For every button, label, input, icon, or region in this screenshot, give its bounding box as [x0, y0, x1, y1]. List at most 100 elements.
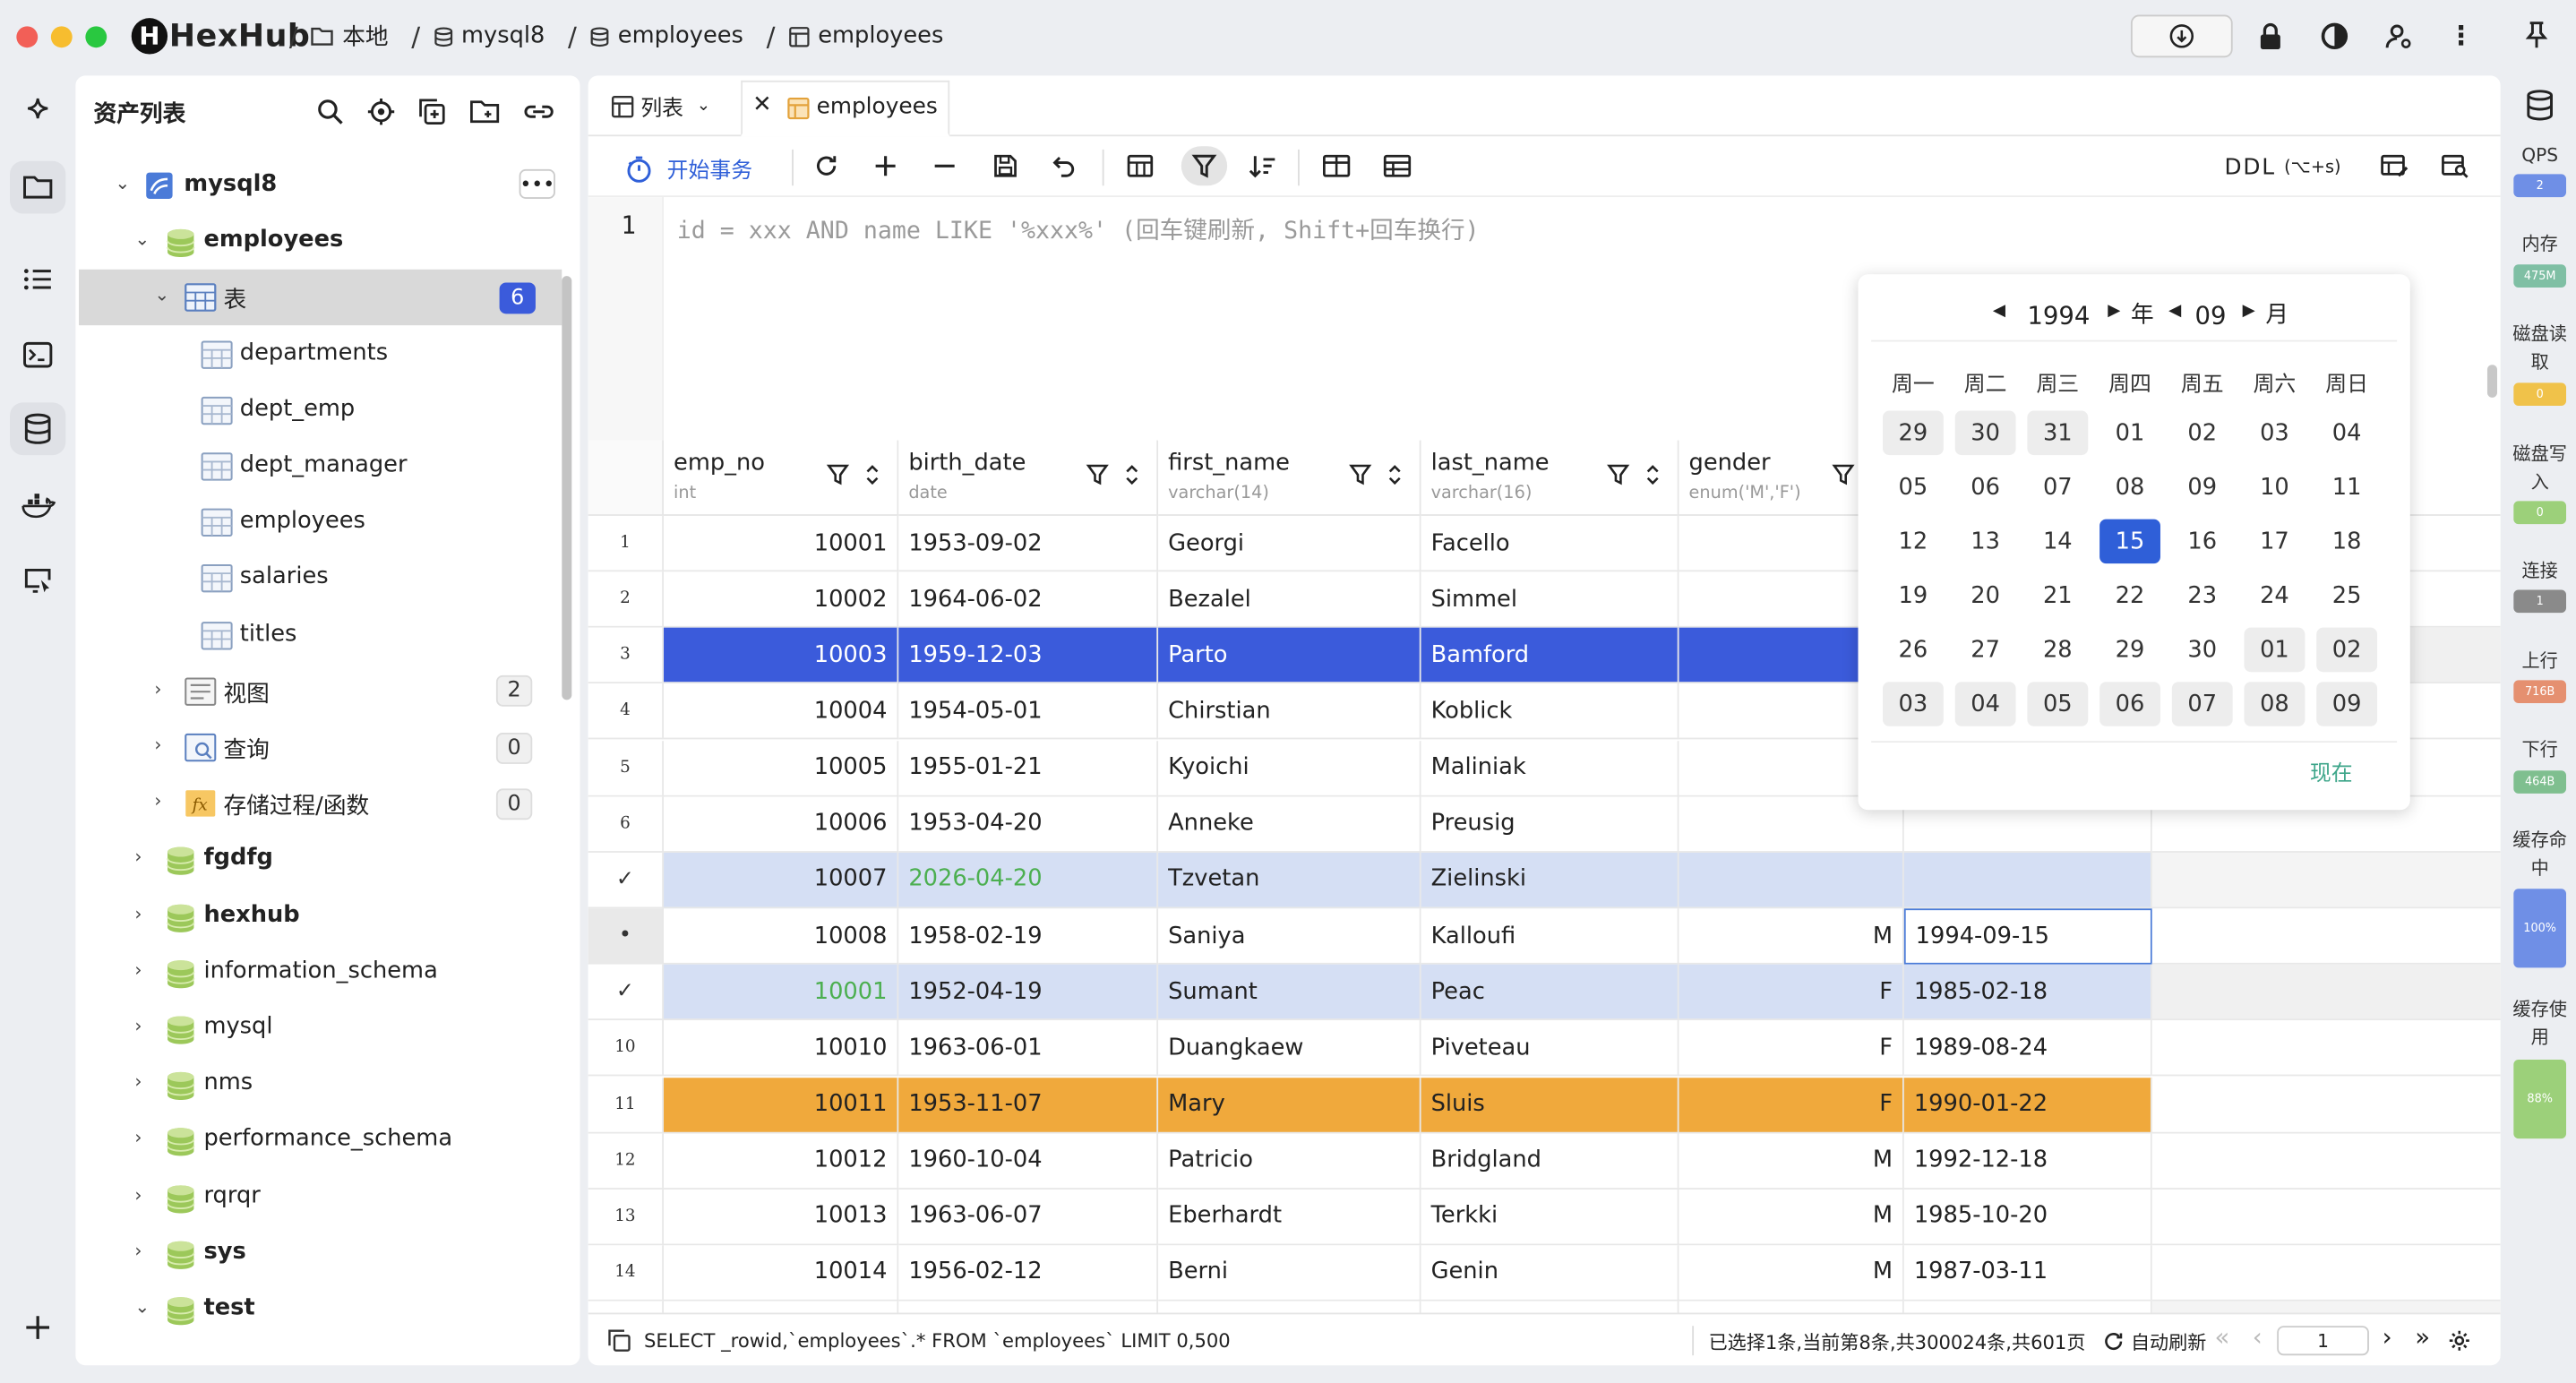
calendar-day[interactable]: 18: [2316, 520, 2377, 564]
tree-item--[interactable]: › 视图 2: [75, 664, 558, 719]
breadcrumb-item[interactable]: mysql8: [434, 23, 545, 49]
calendar-day[interactable]: 03: [1882, 682, 1944, 726]
list-button[interactable]: [10, 253, 65, 305]
calendar-day[interactable]: 09: [2172, 465, 2233, 510]
breadcrumb-item[interactable]: employees: [788, 23, 943, 49]
cell-birth[interactable]: 1958-02-19: [898, 908, 1159, 965]
chevron-down-icon[interactable]: ⌄: [115, 173, 130, 194]
cell-first[interactable]: Sumant: [1158, 965, 1421, 1021]
calendar-day[interactable]: 03: [2245, 411, 2306, 456]
account-button[interactable]: [2383, 21, 2413, 51]
chevron-right-icon[interactable]: ›: [154, 678, 161, 700]
calendar-day[interactable]: 01: [2244, 627, 2306, 673]
lock-button[interactable]: [2257, 21, 2283, 51]
cell-birth[interactable]: 1955-01-21: [898, 740, 1159, 796]
tree-item-test[interactable]: ⌄ test: [75, 1282, 558, 1337]
column-header-emp_no[interactable]: emp_no int: [664, 440, 899, 516]
calendar-day[interactable]: 11: [2316, 465, 2377, 510]
cell-hire[interactable]: 1989-08-24: [1903, 1020, 2152, 1078]
last-page-icon[interactable]: »: [2415, 1323, 2430, 1353]
tree-item-mysql[interactable]: › mysql: [75, 1001, 558, 1056]
column-sort-icon[interactable]: [864, 461, 880, 487]
column-filter-icon[interactable]: [1349, 463, 1372, 486]
calendar-day[interactable]: 05: [2027, 682, 2089, 726]
calendar-day[interactable]: 25: [2316, 573, 2377, 618]
cell-last[interactable]: Piveteau: [1421, 1020, 1679, 1078]
cell-birth[interactable]: 1960-10-04: [898, 1132, 1159, 1190]
page-input[interactable]: 1: [2277, 1326, 2369, 1356]
tree-item--[interactable]: ⌄ 表 6: [79, 270, 562, 326]
calendar-day[interactable]: 10: [2245, 465, 2306, 510]
table-row[interactable]: ✓ 10001 1952-04-19 Sumant Peac F 1985-02-18: [588, 965, 2501, 1021]
calendar-day[interactable]: 20: [1955, 573, 2016, 618]
cell-emp_no[interactable]: 10011: [664, 1077, 899, 1133]
next-month-icon[interactable]: ▶: [2243, 302, 2255, 320]
tree-item-hexhub[interactable]: › hexhub: [75, 889, 558, 944]
tree-item-nms[interactable]: › nms: [75, 1057, 558, 1112]
cell-last[interactable]: Bridgland: [1421, 1132, 1679, 1190]
chevron-right-icon[interactable]: ›: [134, 1128, 142, 1149]
cell-gender[interactable]: M: [1679, 1189, 1904, 1245]
chevron-right-icon[interactable]: ›: [134, 1016, 142, 1037]
cell-hire[interactable]: 1987-03-11: [1903, 1245, 2152, 1301]
cell-first[interactable]: Chirstian: [1158, 683, 1421, 741]
cell-first[interactable]: Anneke: [1158, 796, 1421, 853]
row-number[interactable]: ✓: [588, 852, 665, 909]
close-window-button[interactable]: [16, 26, 39, 48]
column-sort-icon[interactable]: [1387, 461, 1403, 487]
cell-emp_no[interactable]: 10008: [664, 908, 899, 965]
cell-last[interactable]: Peac: [1421, 965, 1679, 1021]
cell-birth[interactable]: 1952-04-19: [898, 965, 1159, 1021]
cell-birth[interactable]: 1953-09-02: [898, 515, 1159, 572]
table-row[interactable]: 12 10012 1960-10-04 Patricio Bridgland M 1992-…: [588, 1132, 2501, 1190]
assets-button[interactable]: [10, 160, 66, 214]
chevron-right-icon[interactable]: ›: [134, 1184, 142, 1206]
cell-emp_no[interactable]: 10014: [664, 1245, 899, 1301]
row-number[interactable]: 13: [588, 1189, 665, 1245]
calendar-day[interactable]: 30: [1954, 410, 2016, 456]
server-more-button[interactable]: •••: [519, 168, 555, 199]
cell-last[interactable]: Kalloufi: [1421, 908, 1679, 965]
cell-emp_no[interactable]: 10003: [664, 628, 899, 684]
calendar-day[interactable]: 07: [2027, 465, 2088, 510]
chevron-right-icon[interactable]: ›: [154, 734, 161, 756]
cell-emp_no[interactable]: 10001: [664, 965, 899, 1021]
cell-birth[interactable]: 1954-05-01: [898, 683, 1159, 741]
new-window-icon[interactable]: [417, 97, 447, 126]
ai-assistant-button[interactable]: [10, 85, 65, 138]
cell-last[interactable]: Simmel: [1421, 571, 1679, 628]
add-button[interactable]: [10, 1301, 65, 1354]
calendar-day[interactable]: 30: [2172, 628, 2233, 673]
cell-hire[interactable]: 1992-12-18: [1903, 1132, 2152, 1190]
chevron-right-icon[interactable]: ›: [154, 791, 161, 812]
tree-item-titles[interactable]: titles: [75, 607, 558, 663]
pin-button[interactable]: [2525, 20, 2548, 49]
cell-gender[interactable]: F: [1679, 965, 1904, 1021]
tree-item-sys[interactable]: › sys: [75, 1225, 558, 1281]
cell-birth[interactable]: 1959-12-03: [898, 628, 1159, 684]
copy-icon[interactable]: [608, 1329, 631, 1353]
breadcrumb-item[interactable]: 本地: [311, 20, 389, 53]
breadcrumb-item[interactable]: employees: [590, 23, 743, 49]
table-row[interactable]: 11 10011 1953-11-07 Mary Sluis F 1990-01-22: [588, 1077, 2501, 1133]
new-folder-icon[interactable]: [468, 97, 502, 126]
row-number[interactable]: 5: [588, 740, 665, 796]
row-number[interactable]: 4: [588, 683, 665, 741]
tree-item-dept-manager[interactable]: dept_manager: [75, 439, 558, 494]
grid-scrollbar[interactable]: [2486, 365, 2497, 398]
cell-birth[interactable]: 1953-04-20: [898, 796, 1159, 853]
tree-item--[interactable]: › fx 存储过程/函数 0: [75, 776, 558, 831]
row-number[interactable]: 3: [588, 628, 665, 684]
gear-icon[interactable]: [2448, 1329, 2471, 1353]
cell-first[interactable]: Duangkaew: [1158, 1020, 1421, 1078]
calendar-day[interactable]: 08: [2099, 465, 2160, 510]
chevron-down-icon[interactable]: ⌄: [134, 228, 150, 250]
cell-gender[interactable]: F: [1679, 1077, 1904, 1133]
now-button[interactable]: 现在: [2310, 756, 2353, 787]
calendar-day[interactable]: 08: [2244, 682, 2306, 726]
tree-item-fgdfg[interactable]: › fgdfg: [75, 832, 558, 888]
cell-gender[interactable]: M: [1679, 1132, 1904, 1190]
cell-hire[interactable]: [1903, 852, 2152, 909]
table-row[interactable]: • 10008 1958-02-19 Saniya Kalloufi M 1994-09-1…: [588, 908, 2501, 965]
next-page-icon[interactable]: ›: [2383, 1323, 2392, 1353]
